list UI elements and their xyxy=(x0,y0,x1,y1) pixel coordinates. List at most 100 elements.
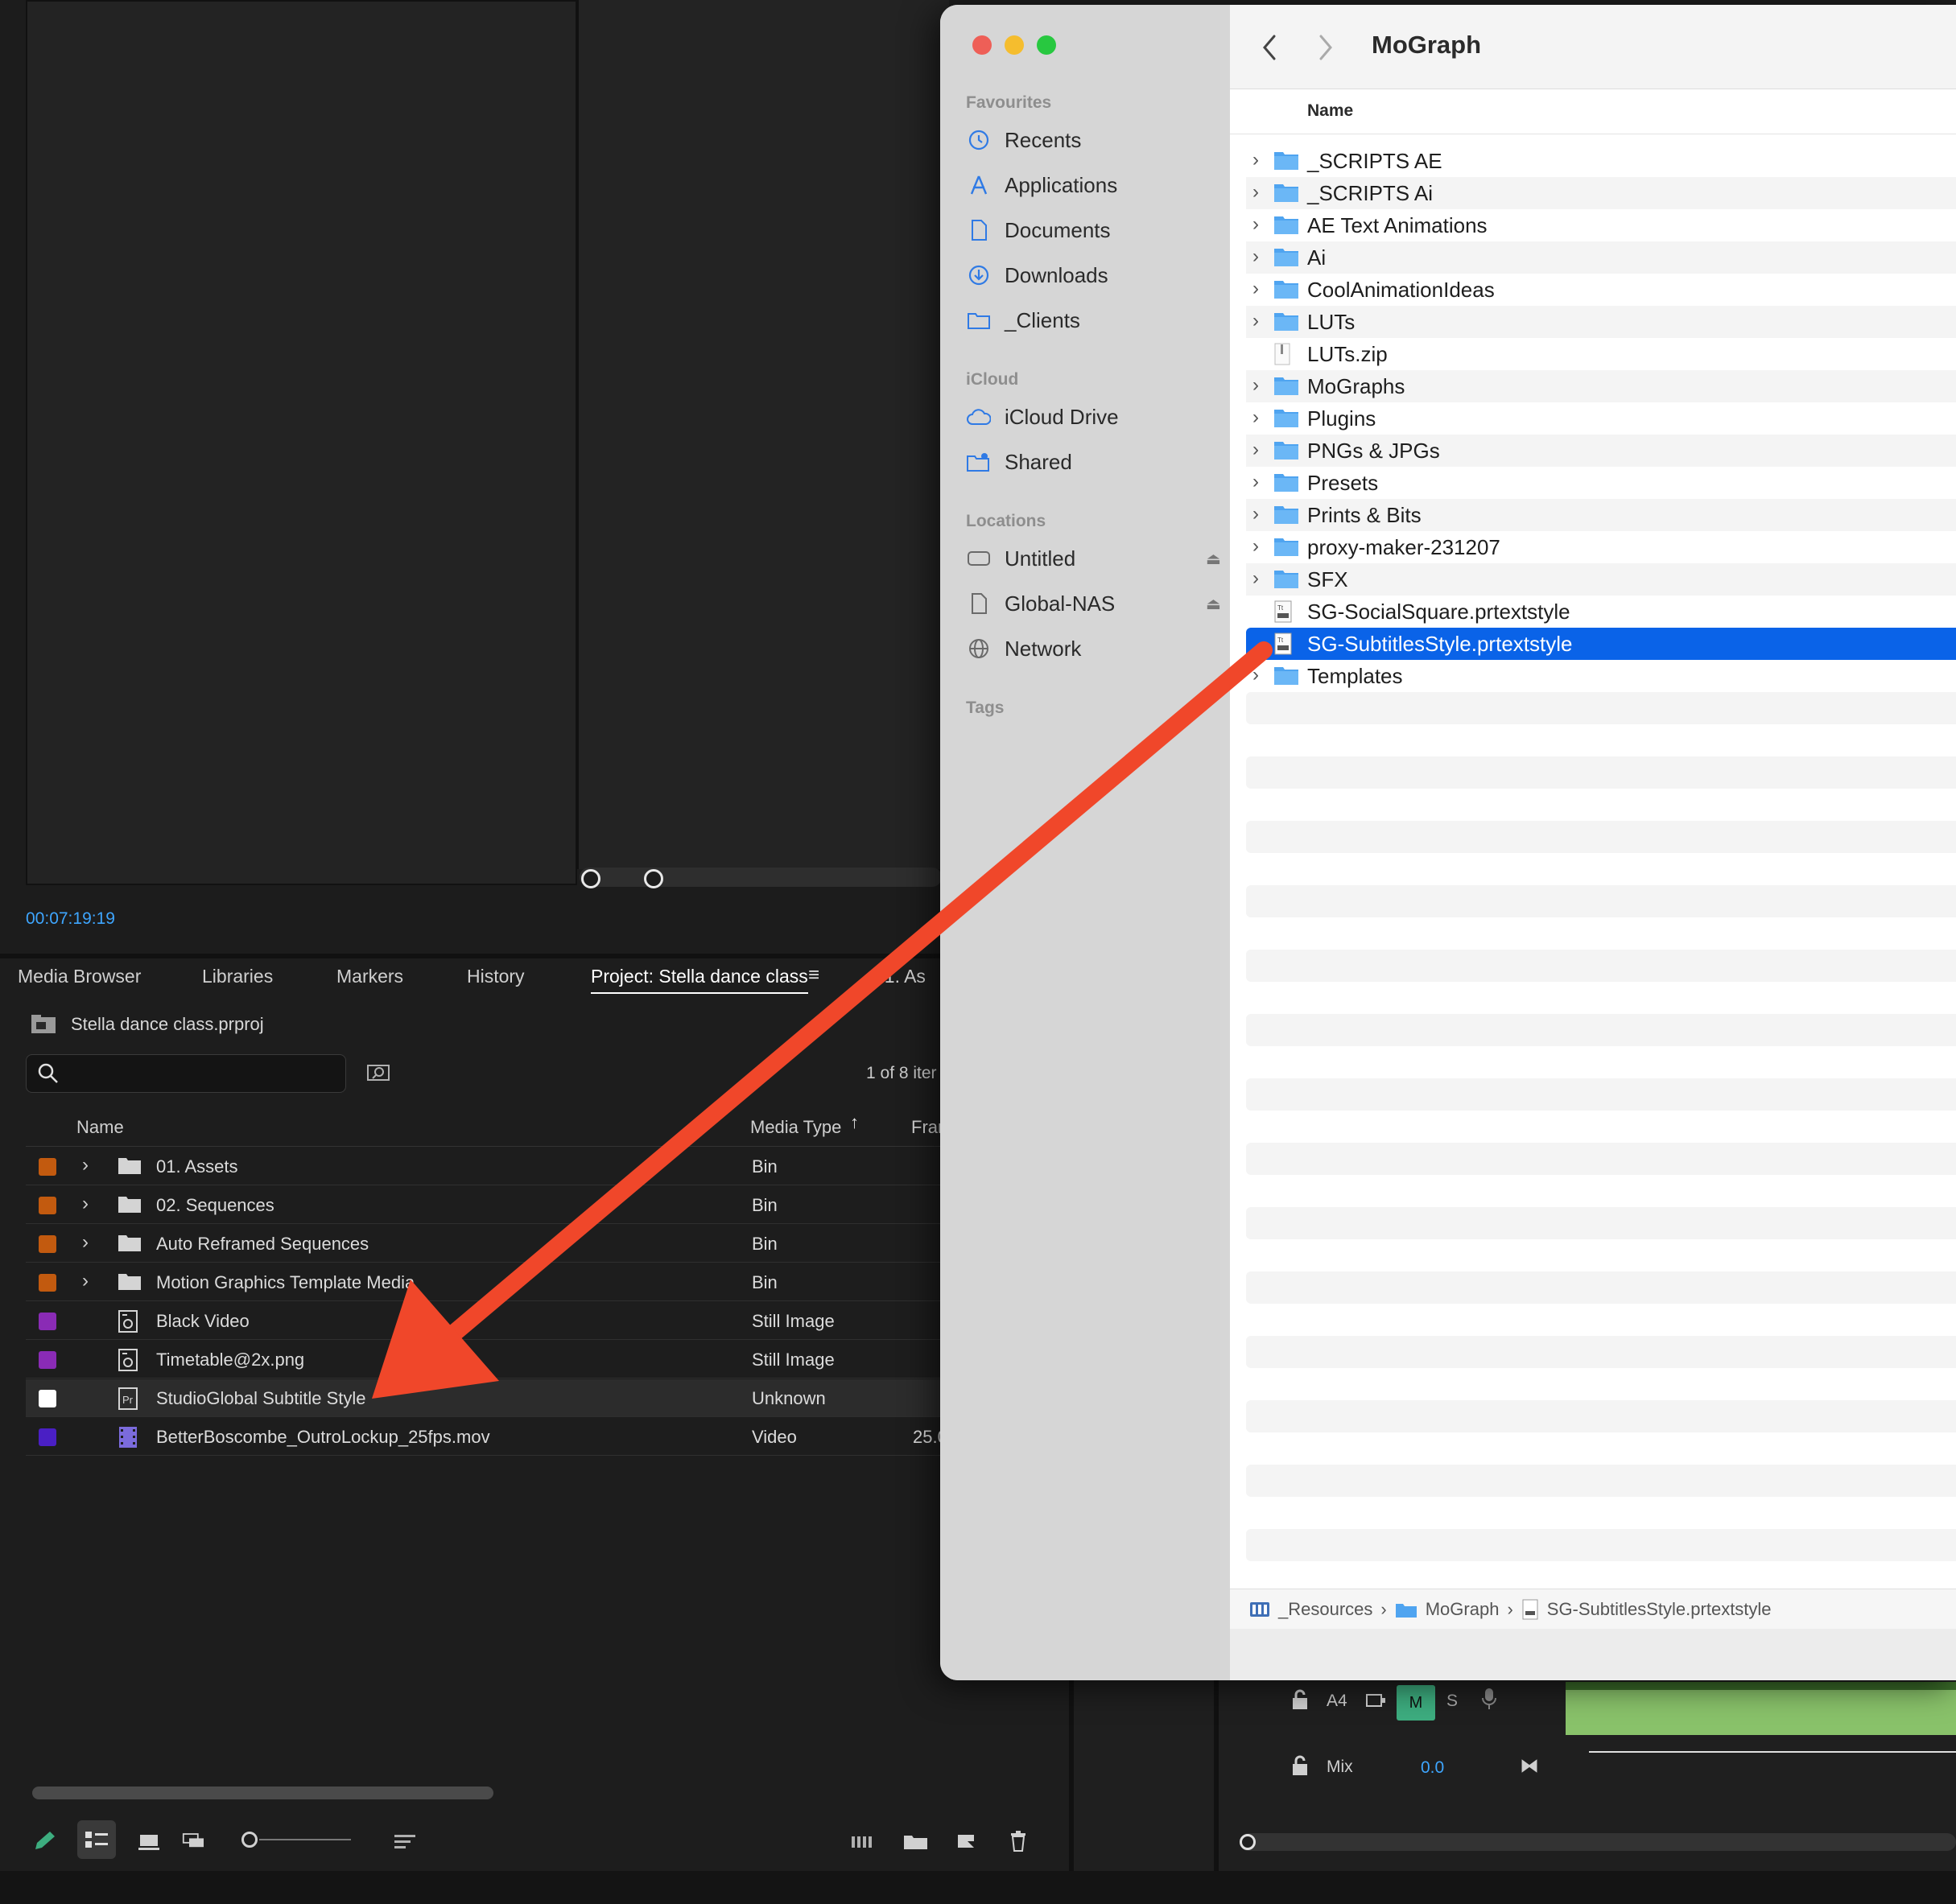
project-item-row[interactable]: › 01. Assets Bin xyxy=(26,1148,942,1185)
mix-volume-value[interactable]: 0.0 xyxy=(1421,1758,1444,1778)
timeline-zoom-handle[interactable] xyxy=(1240,1834,1256,1850)
solo-track-button[interactable]: S xyxy=(1446,1692,1458,1711)
label-color-swatch[interactable] xyxy=(39,1428,56,1446)
sidebar-item-documents[interactable]: Documents xyxy=(966,212,1111,249)
label-color-swatch[interactable] xyxy=(39,1274,56,1292)
file-row[interactable]: › _SCRIPTS Ai xyxy=(1246,177,1956,209)
tab-project[interactable]: Project: Stella dance class xyxy=(591,966,808,994)
sidebar-item-network[interactable]: Network xyxy=(966,630,1081,667)
tab-bin-assets[interactable]: 01. As xyxy=(874,966,926,987)
minimize-window-button[interactable] xyxy=(1005,35,1024,55)
disclosure-chevron-icon[interactable]: › xyxy=(1252,245,1259,268)
list-view-button[interactable] xyxy=(77,1820,116,1859)
project-item-row[interactable]: Pr StudioGlobal Subtitle Style Unknown xyxy=(26,1379,942,1417)
scrub-bar[interactable] xyxy=(580,868,942,887)
expand-chevron-icon[interactable]: › xyxy=(82,1231,89,1254)
audio-clip[interactable] xyxy=(1566,1682,1956,1735)
file-row[interactable]: › CoolAnimationIdeas xyxy=(1246,274,1956,306)
project-item-row[interactable]: › Motion Graphics Template Media Bin xyxy=(26,1263,942,1301)
disclosure-chevron-icon[interactable]: › xyxy=(1252,567,1259,590)
mute-track-button[interactable]: M xyxy=(1397,1685,1435,1721)
zoom-window-button[interactable] xyxy=(1037,35,1056,55)
label-color-swatch[interactable] xyxy=(39,1197,56,1214)
icon-view-icon[interactable] xyxy=(135,1828,164,1854)
tab-markers[interactable]: Markers xyxy=(336,966,403,987)
file-row[interactable]: › _SCRIPTS AE xyxy=(1246,145,1956,177)
disclosure-chevron-icon[interactable]: › xyxy=(1252,181,1259,204)
file-row[interactable]: › proxy-maker-231207 xyxy=(1246,531,1956,563)
file-row[interactable]: › Prints & Bits xyxy=(1246,499,1956,531)
file-row[interactable]: › Templates xyxy=(1246,660,1956,692)
sidebar-item-untitled[interactable]: Untitled ⏏ xyxy=(966,540,1221,577)
zoom-slider-track[interactable] xyxy=(259,1839,351,1840)
file-row[interactable]: › Presets xyxy=(1246,467,1956,499)
column-media-type[interactable]: Media Type xyxy=(750,1117,841,1138)
file-row[interactable]: › AE Text Animations xyxy=(1246,209,1956,241)
sidebar-item-downloads[interactable]: Downloads xyxy=(966,257,1108,294)
disclosure-chevron-icon[interactable]: › xyxy=(1252,213,1259,236)
project-item-row[interactable]: Timetable@2x.png Still Image xyxy=(26,1341,942,1379)
panel-menu-icon[interactable]: ≡ xyxy=(808,964,819,987)
lock-icon[interactable] xyxy=(1291,1754,1309,1777)
file-row[interactable]: Tt SG-SocialSquare.prtextstyle xyxy=(1246,596,1956,628)
sidebar-item-recents[interactable]: Recents xyxy=(966,122,1081,159)
zoom-slider-handle[interactable] xyxy=(241,1832,258,1848)
sidebar-item-shared[interactable]: Shared xyxy=(966,443,1072,480)
label-color-swatch[interactable] xyxy=(39,1235,56,1253)
timeline-scrollbar[interactable] xyxy=(1240,1833,1956,1851)
tab-history[interactable]: History xyxy=(467,966,525,987)
trash-icon[interactable] xyxy=(1005,1828,1034,1854)
new-bin-icon[interactable] xyxy=(902,1828,931,1854)
track-label[interactable]: A4 xyxy=(1327,1692,1347,1711)
horizontal-scrollbar[interactable] xyxy=(32,1787,493,1799)
sort-icons-icon[interactable] xyxy=(391,1828,420,1854)
out-point-handle[interactable] xyxy=(644,869,663,888)
sidebar-item-global-nas[interactable]: Global-NAS ⏏ xyxy=(966,585,1221,622)
label-color-swatch[interactable] xyxy=(39,1351,56,1369)
disclosure-chevron-icon[interactable]: › xyxy=(1252,278,1259,300)
project-search-input[interactable] xyxy=(26,1054,346,1093)
disclosure-chevron-icon[interactable]: › xyxy=(1252,503,1259,525)
sidebar-item-applications[interactable]: Applications xyxy=(966,167,1117,204)
disclosure-chevron-icon[interactable]: › xyxy=(1252,406,1259,429)
file-row[interactable]: Tt SG-SubtitlesStyle.prtextstyle xyxy=(1246,628,1956,660)
disclosure-chevron-icon[interactable]: › xyxy=(1252,664,1259,686)
project-item-row[interactable]: › 02. Sequences Bin xyxy=(26,1186,942,1224)
file-row[interactable]: › Plugins xyxy=(1246,402,1956,435)
back-chevron-icon[interactable] xyxy=(1261,34,1278,61)
disclosure-chevron-icon[interactable]: › xyxy=(1252,471,1259,493)
expand-chevron-icon[interactable]: › xyxy=(82,1154,89,1177)
forward-chevron-icon[interactable] xyxy=(1317,34,1335,61)
tab-media-browser[interactable]: Media Browser xyxy=(18,966,141,987)
disclosure-chevron-icon[interactable]: › xyxy=(1252,439,1259,461)
tab-libraries[interactable]: Libraries xyxy=(202,966,273,987)
expand-chevron-icon[interactable]: › xyxy=(82,1193,89,1215)
path-segment[interactable]: MoGraph xyxy=(1426,1599,1500,1620)
file-row[interactable]: › PNGs & JPGs xyxy=(1246,435,1956,467)
label-color-swatch[interactable] xyxy=(39,1390,56,1407)
go-to-edit-icon[interactable]: ⧓ xyxy=(1520,1754,1539,1778)
freeform-view-icon[interactable] xyxy=(182,1828,211,1854)
panel-divider[interactable] xyxy=(0,954,942,958)
eject-icon[interactable]: ⏏ xyxy=(1206,549,1221,569)
disclosure-chevron-icon[interactable]: › xyxy=(1252,374,1259,397)
expand-chevron-icon[interactable]: › xyxy=(82,1270,89,1292)
file-row[interactable]: › LUTs xyxy=(1246,306,1956,338)
label-color-swatch[interactable] xyxy=(39,1313,56,1330)
lock-icon[interactable] xyxy=(1291,1688,1309,1711)
label-color-swatch[interactable] xyxy=(39,1158,56,1176)
pencil-icon[interactable] xyxy=(31,1828,60,1854)
find-icon[interactable] xyxy=(367,1064,391,1083)
project-item-row[interactable]: › Auto Reframed Sequences Bin xyxy=(26,1225,942,1263)
microphone-icon[interactable] xyxy=(1481,1687,1497,1711)
new-item-icon[interactable] xyxy=(953,1828,982,1854)
file-row[interactable]: › SFX xyxy=(1246,563,1956,596)
column-name[interactable]: Name xyxy=(76,1117,124,1138)
in-point-handle[interactable] xyxy=(581,869,600,888)
file-row[interactable]: › MoGraphs xyxy=(1246,370,1956,402)
disclosure-chevron-icon[interactable]: › xyxy=(1252,535,1259,558)
file-row[interactable]: › Ai xyxy=(1246,241,1956,274)
file-row[interactable]: LUTs.zip xyxy=(1246,338,1956,370)
eject-icon[interactable]: ⏏ xyxy=(1206,594,1221,614)
close-window-button[interactable] xyxy=(972,35,992,55)
